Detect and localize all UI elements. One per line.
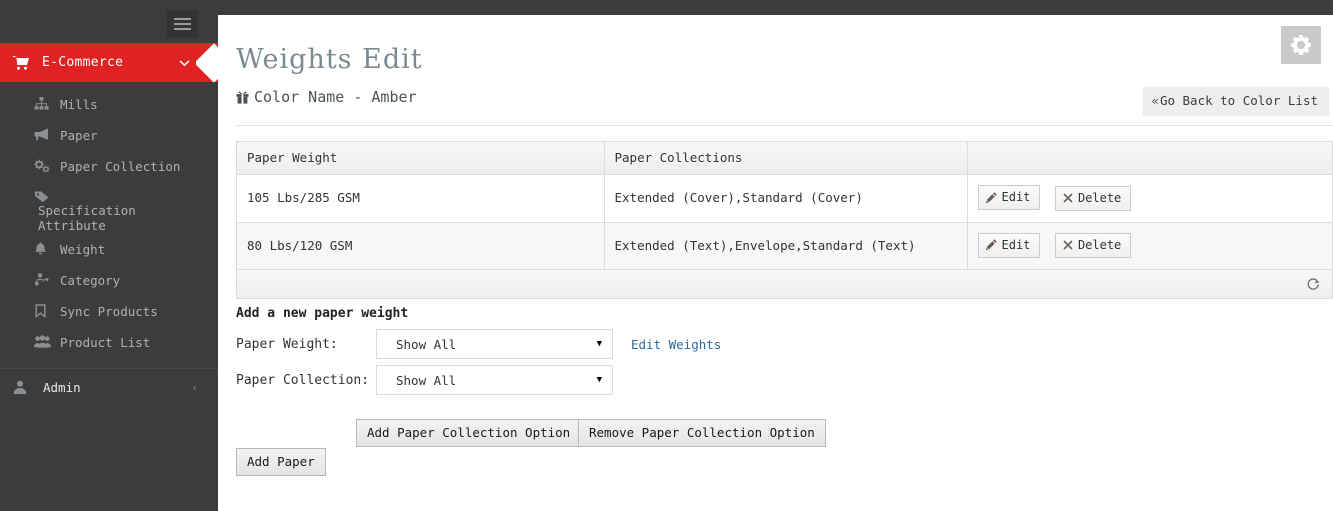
sidebar-item-label: Paper Collection xyxy=(60,159,181,174)
refresh-icon[interactable] xyxy=(1307,278,1320,291)
sidebar-item-label: Category xyxy=(60,273,121,288)
delete-label: Delete xyxy=(1077,190,1122,205)
close-icon xyxy=(1063,192,1073,203)
delete-button[interactable]: Delete xyxy=(1054,185,1132,211)
cogs-icon xyxy=(34,159,58,172)
pencil-icon xyxy=(985,239,997,250)
sidebar-item-admin[interactable]: Admin ‹ xyxy=(0,374,218,400)
paper-collection-label: Paper Collection: xyxy=(236,372,370,388)
sitemap-alt-icon xyxy=(34,273,58,286)
sidebar-item-label: Weight xyxy=(60,242,106,257)
sidebar: E-Commerce Mills Paper Paper Collection … xyxy=(0,0,218,511)
active-arrow-notch xyxy=(196,43,218,82)
sidebar-item-label: Paper xyxy=(60,128,98,143)
sidebar-item-label: Product List xyxy=(60,335,151,350)
column-header-actions xyxy=(967,142,1332,175)
chevron-down-icon: ▼ xyxy=(596,339,602,349)
title-divider xyxy=(236,125,1333,126)
go-back-to-color-list-button[interactable]: «Go Back to Color List xyxy=(1143,87,1329,116)
sidebar-admin-label: Admin xyxy=(43,379,81,395)
chevron-down-icon: ▼ xyxy=(596,375,602,385)
sidebar-item-weight[interactable]: Weight xyxy=(0,242,218,257)
edit-button[interactable]: Edit xyxy=(977,185,1041,210)
paper-weight-select[interactable]: Show All ▼ xyxy=(376,329,613,359)
users-icon xyxy=(34,335,58,348)
cell-paper-weight: 105 Lbs/285 GSM xyxy=(237,174,605,223)
sidebar-item-sync-products[interactable]: Sync Products xyxy=(0,304,218,319)
bookmark-icon xyxy=(34,304,58,318)
hamburger-icon[interactable] xyxy=(167,10,198,38)
edit-button[interactable]: Edit xyxy=(977,232,1041,258)
tag-icon xyxy=(34,190,58,203)
sidebar-item-category[interactable]: Category xyxy=(0,273,218,288)
paper-weight-label: Paper Weight: xyxy=(236,336,338,352)
chevron-down-icon xyxy=(179,56,190,69)
chevron-left-icon: ‹ xyxy=(191,380,198,394)
breadcrumb-text: Color Name - Amber xyxy=(254,88,417,106)
chevron-left-icon: « xyxy=(1151,93,1159,108)
hamburger-line xyxy=(174,28,191,30)
sidebar-brand-label: E-Commerce xyxy=(42,55,124,70)
form-title: Add a new paper weight xyxy=(236,306,409,321)
sidebar-item-label: Mills xyxy=(60,97,98,112)
sidebar-item-label: Specification Attribute xyxy=(38,203,136,233)
sidebar-item-label: Sync Products xyxy=(60,304,158,319)
sidebar-item-paper[interactable]: Paper xyxy=(0,128,218,143)
pencil-icon xyxy=(985,191,997,203)
cell-paper-collections: Extended (Text),Envelope,Standard (Text) xyxy=(604,222,968,269)
page-title: Weights Edit xyxy=(236,44,423,75)
sidebar-brand-ecommerce[interactable]: E-Commerce xyxy=(0,43,218,82)
go-back-label: Go Back to Color List xyxy=(1159,93,1318,108)
edit-label: Edit xyxy=(1001,190,1031,204)
cell-paper-collections: Extended (Cover),Standard (Cover) xyxy=(604,174,968,223)
table-row: 80 Lbs/120 GSM Extended (Text),Envelope,… xyxy=(237,222,1332,269)
add-paper-collection-option-button[interactable]: Add Paper Collection Option xyxy=(356,419,582,447)
weights-table: Paper Weight Paper Collections 105 Lbs/2… xyxy=(236,141,1333,299)
breadcrumb: Color Name - Amber xyxy=(236,88,417,106)
add-paper-button[interactable]: Add Paper xyxy=(236,448,326,476)
sitemap-icon xyxy=(34,97,58,110)
edit-label: Edit xyxy=(1001,237,1031,252)
remove-paper-collection-option-button[interactable]: Remove Paper Collection Option xyxy=(578,419,826,447)
weights-grid: Paper Weight Paper Collections 105 Lbs/2… xyxy=(237,142,1332,269)
sidebar-divider xyxy=(0,368,218,369)
sidebar-item-paper-collection[interactable]: Paper Collection xyxy=(0,159,218,174)
gear-icon[interactable] xyxy=(1281,26,1321,64)
cell-actions: Edit Delete xyxy=(967,222,1332,269)
cell-paper-weight: 80 Lbs/120 GSM xyxy=(237,222,605,269)
table-footer xyxy=(237,269,1332,298)
main-content: Weights Edit Color Name - Amber «Go Back… xyxy=(218,15,1333,511)
sidebar-item-product-list[interactable]: Product List xyxy=(0,335,218,350)
sidebar-item-specification-attribute[interactable]: Specification Attribute xyxy=(0,190,200,233)
column-header-paper-weight: Paper Weight xyxy=(237,142,605,175)
column-header-paper-collections: Paper Collections xyxy=(604,142,968,175)
sidebar-item-mills[interactable]: Mills xyxy=(0,97,218,112)
hamburger-line xyxy=(174,18,191,20)
paper-weight-value: Show All xyxy=(396,336,457,352)
table-header-row: Paper Weight Paper Collections xyxy=(237,142,1332,175)
bullhorn-icon xyxy=(34,128,58,141)
paper-collection-value: Show All xyxy=(396,372,457,388)
bell-icon xyxy=(34,242,58,255)
paper-weight-row: Paper Weight: Show All ▼ Edit Weights xyxy=(236,329,721,359)
hamburger-line xyxy=(174,23,191,25)
paper-collection-select[interactable]: Show All ▼ xyxy=(376,365,613,395)
edit-weights-link[interactable]: Edit Weights xyxy=(631,337,721,352)
table-row: 105 Lbs/285 GSM Extended (Cover),Standar… xyxy=(237,174,1332,223)
user-icon xyxy=(13,380,27,394)
delete-label: Delete xyxy=(1077,238,1122,252)
shopping-cart-icon xyxy=(13,55,29,70)
gift-icon xyxy=(236,90,249,104)
close-icon xyxy=(1063,240,1073,250)
paper-collection-row: Paper Collection: Show All ▼ xyxy=(236,365,613,395)
cell-actions: Edit Delete xyxy=(967,174,1332,223)
delete-button[interactable]: Delete xyxy=(1054,233,1132,258)
